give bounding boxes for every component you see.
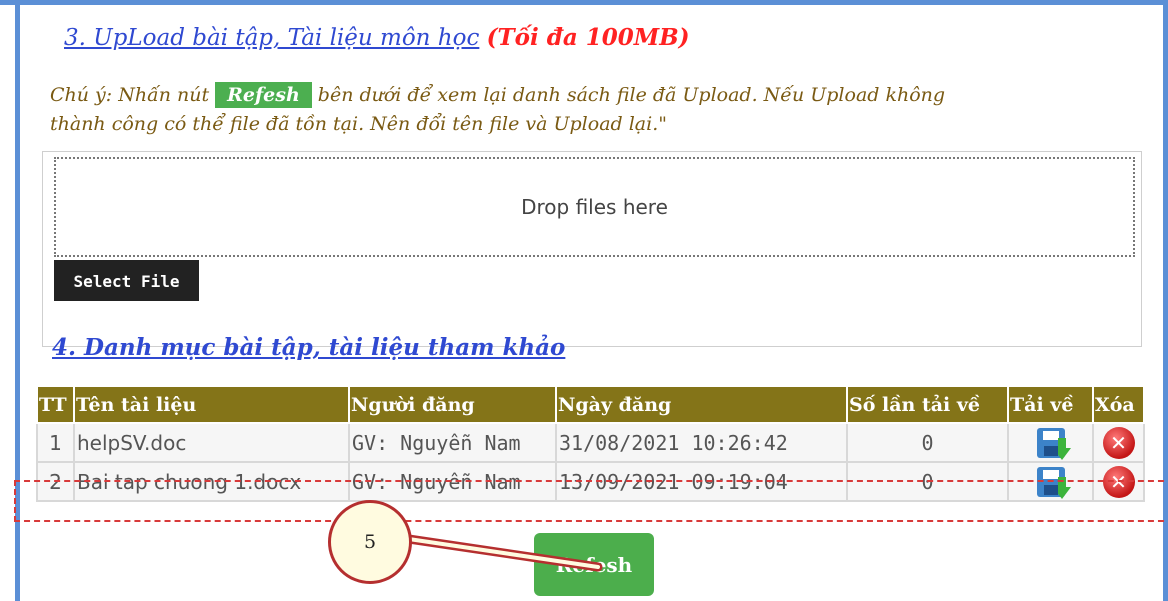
callout-arrow [397, 533, 603, 572]
step-callout: 5 [328, 500, 412, 584]
